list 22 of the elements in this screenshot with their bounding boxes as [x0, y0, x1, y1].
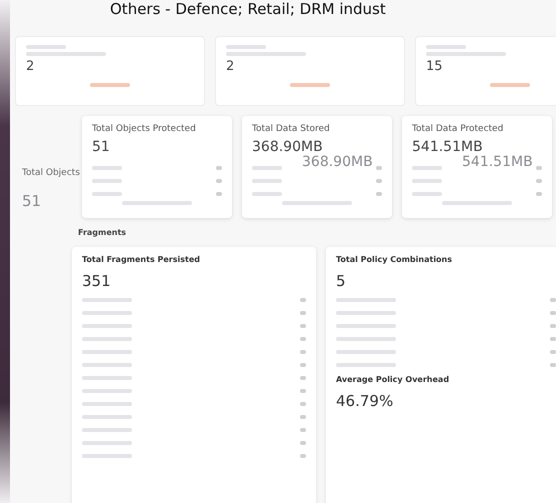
- card-value: 368.90MB: [252, 139, 324, 155]
- card-value: 351: [82, 272, 112, 290]
- card-value: 5: [336, 272, 347, 290]
- blurred-text-icon: [490, 83, 530, 87]
- faded-value: 51: [22, 192, 42, 210]
- banner-text: Others - Defence; Retail; DRM indust: [109, 0, 387, 18]
- card-title: Total Policy Combinations: [336, 255, 454, 264]
- faded-title: Total Objects: [22, 168, 80, 178]
- card-title: Total Fragments Persisted: [82, 255, 201, 264]
- card-value: 46.79%: [336, 392, 394, 410]
- card-value: 2: [226, 59, 236, 74]
- card-title: Total Objects Protected: [92, 124, 197, 134]
- card-value: 2: [26, 59, 36, 74]
- card-title: Total Data Protected: [412, 124, 504, 134]
- blurred-text-icon: [290, 83, 330, 87]
- blurred-text-icon: [90, 83, 130, 87]
- section-title: Fragments: [77, 227, 128, 237]
- card-title: Average Policy Overhead: [336, 375, 450, 384]
- card-value: 51: [92, 139, 111, 155]
- card-title: Total Data Stored: [252, 124, 331, 134]
- card-value: 15: [426, 59, 444, 74]
- card-value: 541.51MB: [412, 139, 484, 155]
